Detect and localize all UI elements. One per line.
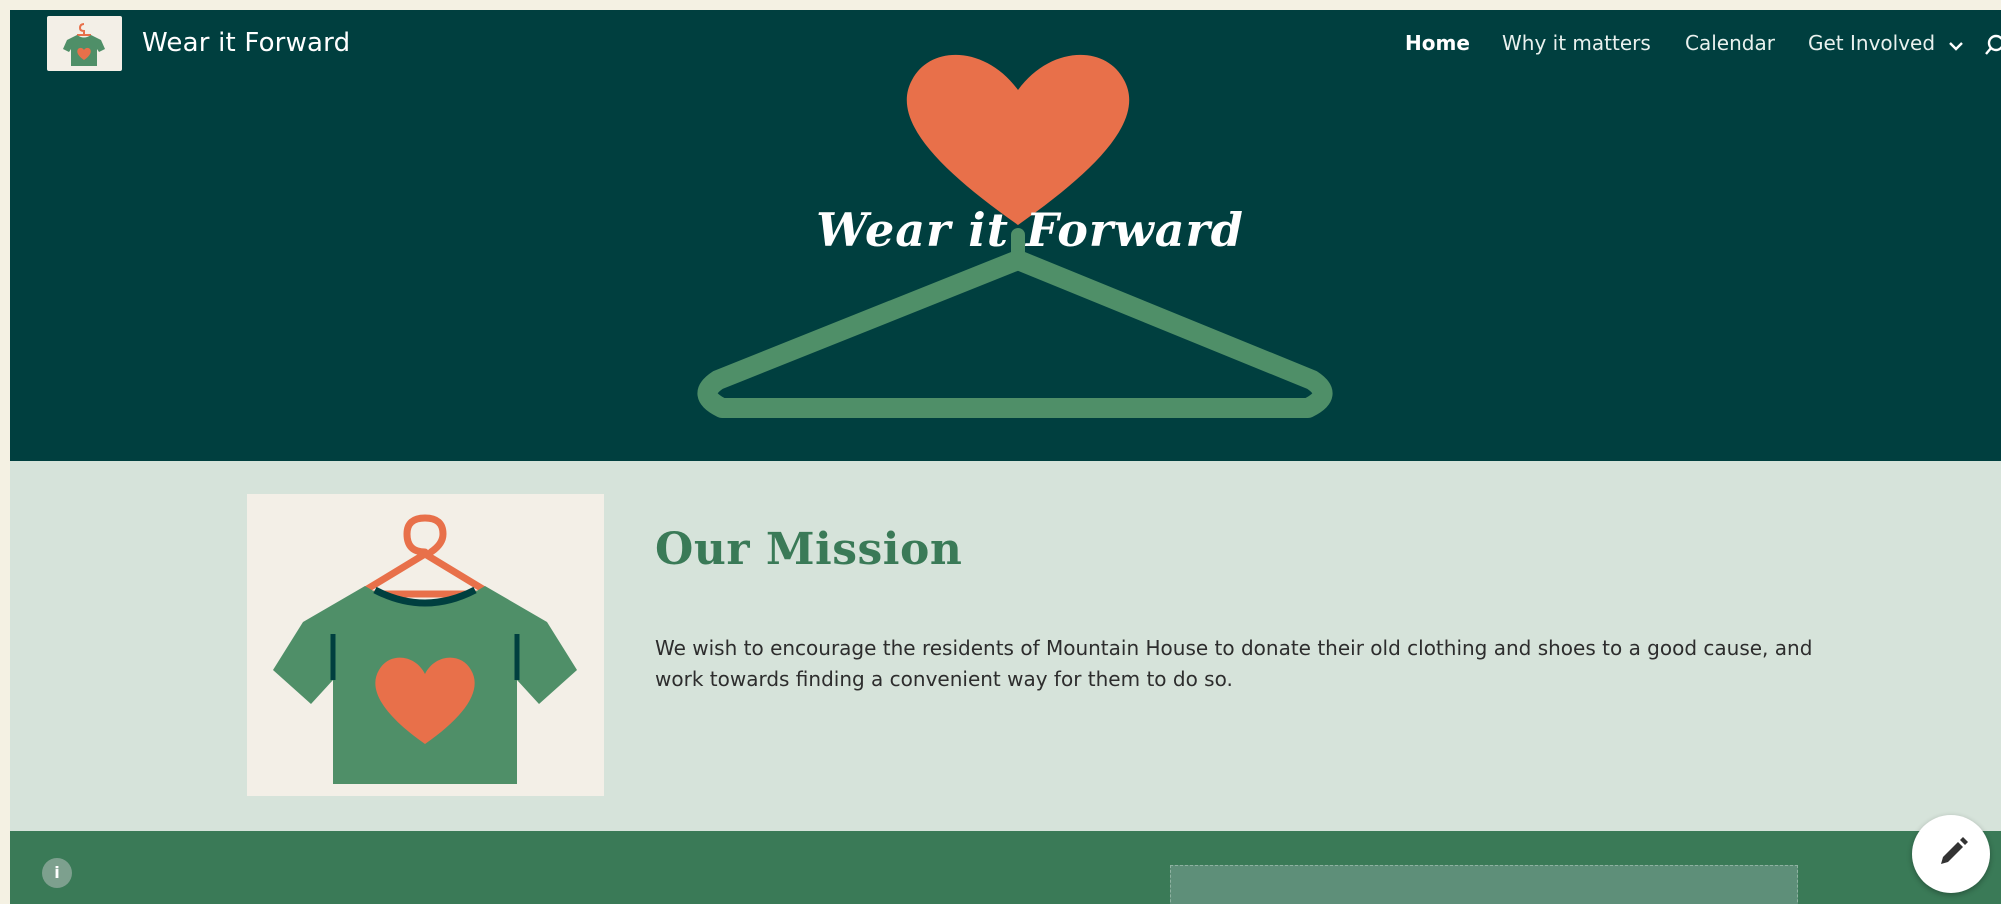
nav-item-home[interactable]: Home <box>1405 31 1470 55</box>
content-placeholder <box>1170 865 1798 904</box>
tshirt-logo-icon <box>63 23 105 66</box>
heart-icon <box>906 54 1130 225</box>
hero-title: Wear it Forward <box>816 203 1244 257</box>
mission-body: We wish to encourage the residents of Mo… <box>655 636 1813 691</box>
hero-banner: Wear it Forward Home Why it matters Cale… <box>10 10 2001 461</box>
edit-button[interactable] <box>1912 815 1990 893</box>
page: Wear it Forward Home Why it matters Cale… <box>10 10 2001 904</box>
search-icon[interactable] <box>1985 32 2001 58</box>
mission-image <box>247 494 604 796</box>
tshirt-hanger-illustration <box>273 514 577 784</box>
mission-section: Our Mission We wish to encourage the res… <box>10 461 2001 831</box>
nav-item-why-it-matters[interactable]: Why it matters <box>1502 31 1651 55</box>
info-icon[interactable]: i <box>42 858 72 888</box>
site-title[interactable]: Wear it Forward <box>142 28 350 58</box>
chevron-down-icon <box>1949 41 1963 51</box>
nav-item-calendar[interactable]: Calendar <box>1685 31 1775 55</box>
nav-item-get-involved[interactable]: Get Involved <box>1808 31 1964 55</box>
pencil-icon <box>1941 837 1968 864</box>
next-section: i <box>10 831 2001 904</box>
mission-heading: Our Mission <box>655 524 963 575</box>
site-logo[interactable] <box>47 16 122 71</box>
nav-item-get-involved-label: Get Involved <box>1808 31 1936 55</box>
